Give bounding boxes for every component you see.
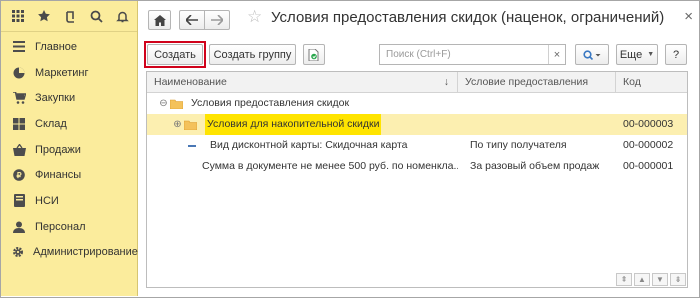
sidebar-item-sales[interactable]: Продажи — [1, 137, 137, 163]
basket-icon — [12, 143, 26, 157]
collapse-icon[interactable]: ⊖ — [159, 93, 168, 114]
page-title: Условия предоставления скидок (наценок, … — [271, 9, 665, 26]
row-code: 00-000001 — [623, 160, 674, 172]
arrow-right-icon — [211, 15, 223, 25]
pie-chart-icon — [12, 66, 26, 80]
search-icon[interactable] — [83, 3, 109, 29]
row-name: Вид дисконтной карты: Скидочная карта — [210, 139, 408, 151]
table-scroll-controls: ⇞ ▲ ▼ ⇟ — [614, 273, 686, 286]
column-header-condition[interactable]: Условие предоставления — [458, 72, 616, 92]
sidebar-item-label: Финансы — [35, 169, 82, 182]
sidebar-item-label: Маркетинг — [35, 66, 89, 79]
search-clear-button[interactable]: × — [548, 45, 565, 64]
favorite-star-icon[interactable]: ☆ — [247, 7, 262, 27]
sort-arrow-icon: ↓ — [443, 76, 449, 88]
warehouse-icon — [12, 117, 26, 131]
forward-button[interactable] — [204, 10, 230, 30]
bell-icon[interactable] — [109, 3, 135, 29]
scroll-up-button[interactable]: ▲ — [634, 273, 650, 286]
sidebar-topbar — [1, 1, 137, 32]
back-button[interactable] — [179, 10, 205, 30]
column-header-name[interactable]: Наименование ↓ — [147, 72, 458, 92]
gear-icon — [12, 245, 24, 259]
book-icon — [12, 194, 26, 208]
row-code: 00-000002 — [623, 139, 674, 151]
search-button[interactable] — [575, 44, 609, 65]
expand-icon[interactable]: ⊕ — [173, 114, 182, 135]
sidebar-item-label: Склад — [35, 117, 67, 130]
person-icon — [12, 220, 26, 234]
row-name: Условия для накопительной скидки — [205, 114, 382, 135]
sidebar-item-finance[interactable]: ₽ Финансы — [1, 162, 137, 188]
sidebar-item-label: Закупки — [35, 92, 76, 105]
arrow-left-icon — [186, 15, 198, 25]
scroll-bottom-button[interactable]: ⇟ — [670, 273, 686, 286]
folder-icon — [184, 120, 197, 130]
create-button[interactable]: Создать — [147, 44, 203, 65]
table-row-selected[interactable]: ⊕ Условия для накопительной скидки 00-00… — [147, 114, 687, 135]
sidebar-item-label: Продажи — [35, 143, 81, 156]
sidebar-item-label: НСИ — [35, 194, 59, 207]
close-form-button[interactable]: × — [684, 8, 693, 25]
sidebar-item-warehouse[interactable]: Склад — [1, 111, 137, 137]
row-condition: По типу получателя — [470, 139, 567, 151]
document-refresh-icon — [308, 48, 319, 61]
table-row[interactable]: Вид дисконтной карты: Скидочная карта По… — [147, 135, 687, 156]
sidebar-nav: Главное Маркетинг Закупки Склад Продажи — [1, 32, 138, 266]
more-label: Еще — [619, 48, 643, 61]
sidebar-item-marketing[interactable]: Маркетинг — [1, 60, 137, 86]
menu-lines-icon — [12, 40, 26, 54]
row-condition: За разовый объем продаж — [470, 160, 600, 172]
row-code — [616, 93, 687, 114]
column-header-label: Наименование — [154, 76, 227, 88]
sidebar-item-nsi[interactable]: НСИ — [1, 188, 137, 214]
data-table: Наименование ↓ Условие предоставления Ко… — [146, 71, 688, 288]
form-header: ☆ Условия предоставления скидок (наценок… — [138, 1, 698, 35]
cart-icon — [12, 91, 26, 105]
sidebar: Главное Маркетинг Закупки Склад Продажи — [1, 1, 138, 296]
table-header: Наименование ↓ Условие предоставления Ко… — [147, 72, 687, 93]
sidebar-item-label: Администрирование — [33, 246, 138, 259]
apps-grid-icon[interactable] — [5, 3, 31, 29]
star-icon[interactable] — [31, 3, 57, 29]
row-condition — [458, 93, 616, 114]
svg-text:₽: ₽ — [16, 171, 21, 180]
row-condition — [458, 114, 616, 135]
search-dropdown-icon — [583, 49, 601, 60]
folder-icon — [170, 99, 183, 109]
sidebar-item-label: Главное — [35, 40, 78, 53]
search-placeholder: Поиск (Ctrl+F) — [386, 49, 451, 60]
sidebar-item-admin[interactable]: Администрирование — [1, 240, 138, 266]
more-button[interactable]: Еще ▼ — [616, 44, 658, 65]
refresh-button[interactable] — [303, 44, 325, 65]
search-input[interactable]: Поиск (Ctrl+F) × — [379, 44, 566, 65]
sidebar-item-label: Персонал — [35, 220, 86, 233]
create-group-button[interactable]: Создать группу — [209, 44, 296, 65]
main-area: ☆ Условия предоставления скидок (наценок… — [138, 1, 698, 296]
table-row[interactable]: ⊖ Условия предоставления скидок — [147, 93, 687, 114]
sidebar-item-personnel[interactable]: Персонал — [1, 214, 137, 240]
scroll-top-button[interactable]: ⇞ — [616, 273, 632, 286]
sidebar-item-purchases[interactable]: Закупки — [1, 85, 137, 111]
item-marker-icon — [188, 144, 196, 147]
help-button[interactable]: ? — [665, 44, 687, 65]
chevron-down-icon: ▼ — [647, 51, 655, 58]
history-icon[interactable] — [57, 3, 83, 29]
coins-icon: ₽ — [12, 168, 26, 182]
column-header-code[interactable]: Код — [616, 72, 687, 92]
table-row[interactable]: Сумма в документе не менее 500 руб. по н… — [147, 156, 687, 177]
home-icon — [153, 14, 166, 26]
scroll-down-button[interactable]: ▼ — [652, 273, 668, 286]
sidebar-item-main[interactable]: Главное — [1, 34, 137, 60]
form-toolbar: Создать Создать группу Поиск (Ctrl+F) × … — [138, 41, 698, 68]
home-button[interactable] — [148, 10, 171, 30]
row-name: Сумма в документе не менее 500 руб. по н… — [202, 160, 458, 172]
row-code: 00-000003 — [623, 118, 674, 130]
row-name: Условия предоставления скидок — [191, 97, 350, 109]
